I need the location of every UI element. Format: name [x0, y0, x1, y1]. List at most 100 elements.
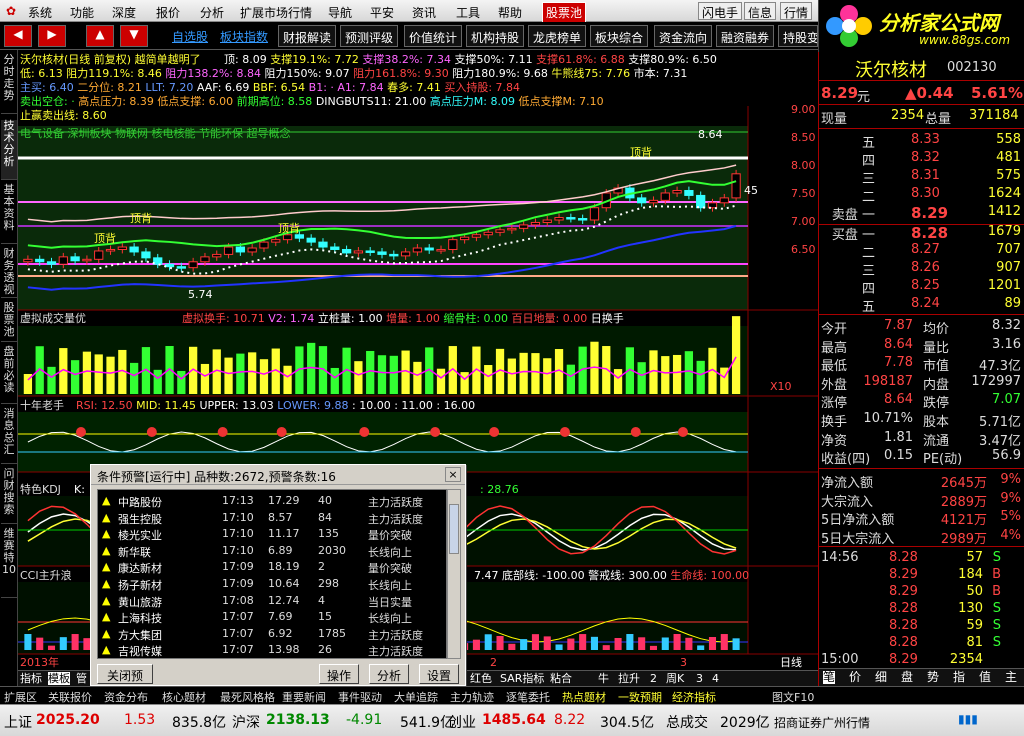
app-icon[interactable]: ✿ — [6, 4, 16, 18]
btab-hot[interactable]: 热点题材 — [562, 689, 606, 705]
tab-template[interactable]: 模板 — [48, 672, 70, 685]
btab-related[interactable]: 关联报价 — [48, 689, 92, 705]
qtab-index[interactable]: 指 — [953, 671, 965, 684]
tb-dragon-tiger[interactable]: 龙虎榜单 — [528, 25, 587, 47]
menu-help[interactable]: 帮助 — [498, 4, 522, 21]
btab-consensus[interactable]: 一致预期 — [618, 689, 662, 705]
menu-function[interactable]: 功能 — [70, 4, 94, 21]
alert-row[interactable]: ▲ 吉视传媒 17:07 13.98 26 主力活跃度 — [98, 641, 448, 658]
tb-fund-flow[interactable]: 资金流向 — [654, 25, 713, 47]
qtab-price[interactable]: 价 — [849, 671, 861, 684]
watchlist-link[interactable]: 自选股 — [168, 25, 213, 47]
close-alert-button[interactable]: 关闭预警 — [97, 664, 153, 700]
btab-economic[interactable]: 经济指标 — [672, 689, 716, 705]
alert-row[interactable]: ▲ 棱光实业 17:10 11.17 135 量价突破 — [98, 525, 448, 542]
btab-f10[interactable]: 图文F10 — [772, 689, 814, 705]
tab-3[interactable]: 3 — [696, 672, 703, 685]
menu-extended-market[interactable]: 扩展市场行情 — [240, 4, 312, 21]
btab-main-track[interactable]: 主力轨迹 — [450, 689, 494, 705]
tab-4[interactable]: 4 — [712, 672, 719, 685]
tab-premarket[interactable]: 盘前必读 — [1, 346, 17, 404]
tb-forecast[interactable]: 预测评级 — [340, 25, 399, 47]
tab-2[interactable]: 2 — [650, 672, 657, 685]
btab-funds[interactable]: 资金分布 — [104, 689, 148, 705]
tab-pool[interactable]: 股票池 — [1, 302, 17, 342]
ask-row: 四 8.32 481 — [819, 150, 1024, 169]
menu-news[interactable]: 资讯 — [412, 4, 436, 21]
tab-pullup[interactable]: 拉升 — [618, 672, 640, 685]
tb-institution[interactable]: 机构持股 — [466, 25, 525, 47]
alert-analyze-button[interactable]: 分析 — [369, 664, 409, 684]
tb-financial[interactable]: 财报解读 — [278, 25, 337, 47]
alert-row[interactable]: ▲ 强生控股 17:10 8.57 84 主力活跃度 — [98, 509, 448, 526]
condition-alert-dialog[interactable]: 条件预警[运行中] 品种数:2672,预警条数:16 × ▲ 中路股份 17:13 1… — [90, 464, 466, 700]
menu-stock-pool[interactable]: 股票池 — [542, 2, 587, 23]
qtab-book[interactable]: 盘 — [901, 671, 913, 684]
btab-core[interactable]: 核心题材 — [162, 689, 206, 705]
nav-up-icon[interactable]: ▲ — [86, 25, 114, 47]
tab-search[interactable]: 问财搜索 — [1, 468, 17, 524]
btab-event[interactable]: 事件驱动 — [338, 689, 382, 705]
tab-finance[interactable]: 财务透视 — [1, 248, 17, 298]
tab-news[interactable]: 消息总汇 — [1, 408, 17, 464]
alert-row[interactable]: ▲ 上海科技 17:07 7.69 15 长线向上 — [98, 608, 448, 625]
tab-indicator[interactable]: 指标 — [20, 672, 42, 685]
tab-wst[interactable]: 维赛特10 — [1, 528, 17, 598]
alert-settings-button[interactable]: 设置 — [419, 664, 459, 684]
menu-system[interactable]: 系统 — [28, 4, 52, 21]
alert-row[interactable]: ▲ 康达新材 17:09 18.19 2 量价突破 — [98, 558, 448, 575]
qtab-value[interactable]: 值 — [979, 671, 991, 684]
tab-manage[interactable]: 管 — [76, 672, 87, 685]
btab-style[interactable]: 最死风格格 — [220, 689, 275, 705]
alert-row[interactable]: ▲ 新华联 17:10 6.89 2030 长线向上 — [98, 542, 448, 559]
lightning-button[interactable]: 闪电手 — [698, 2, 743, 20]
sector-index-link[interactable]: 板块指数 — [216, 25, 273, 47]
tab-basic[interactable]: 基本资料 — [1, 184, 17, 244]
tab-red[interactable]: 红色 — [470, 672, 492, 685]
market-button[interactable]: 行情 — [780, 2, 813, 20]
tab-weekly[interactable]: 周K — [666, 672, 684, 685]
menu-quote[interactable]: 报价 — [156, 4, 180, 21]
stat-value: 0.15 — [884, 448, 913, 464]
alert-operate-button[interactable]: 操作 — [319, 664, 359, 684]
menu-depth[interactable]: 深度 — [112, 4, 136, 21]
alert-title[interactable]: 条件预警[运行中] 品种数:2672,预警条数:16 — [91, 465, 465, 485]
alert-row[interactable]: ▲ 黄山旅游 17:08 12.74 4 当日实量 — [98, 592, 448, 609]
qtab-trend[interactable]: 势 — [927, 671, 939, 684]
alert-scrollbar[interactable] — [447, 489, 461, 659]
menu-tools[interactable]: 工具 — [456, 4, 480, 21]
nav-forward-icon[interactable]: ▶ — [38, 25, 66, 47]
qtab-detail[interactable]: 细 — [875, 671, 887, 684]
nav-back-icon[interactable]: ◀ — [4, 25, 32, 47]
btab-news[interactable]: 重要新闻 — [282, 689, 326, 705]
top-divergence-3: 顶背 — [278, 222, 300, 235]
stat-value2: 3.16 — [992, 336, 1021, 352]
scroll-thumb[interactable] — [449, 504, 459, 554]
alert-row[interactable]: ▲ 扬子新材 17:09 10.64 298 长线向上 — [98, 575, 448, 592]
tb-holdings[interactable]: 持股变 — [778, 25, 818, 47]
menu-analysis[interactable]: 分析 — [200, 4, 224, 21]
tab-technical[interactable]: 技术分析 — [1, 120, 17, 180]
btab-bigorder[interactable]: 大单追踪 — [394, 689, 438, 705]
qtab-ticks[interactable]: 笔 — [823, 671, 836, 684]
btab-tick-order[interactable]: 逐笔委托 — [506, 689, 550, 705]
alert-list[interactable]: ▲ 中路股份 17:13 17.29 40 主力活跃度 ▲ 强生控股 17:10 8.57 84 主力… — [97, 489, 447, 659]
ytick-800: 8.00 — [791, 159, 816, 172]
tb-value-stats[interactable]: 价值统计 — [404, 25, 463, 47]
nav-down-icon[interactable]: ▼ — [120, 25, 148, 47]
tb-sector-overall[interactable]: 板块综合 — [590, 25, 649, 47]
alert-row[interactable]: ▲ 中路股份 17:13 17.29 40 主力活跃度 — [98, 492, 448, 509]
ind-median: 二分位: 8.21 — [77, 81, 142, 94]
tab-sar[interactable]: SAR指标 — [500, 672, 544, 685]
menu-navigate[interactable]: 导航 — [328, 4, 352, 21]
info-button[interactable]: 信息 — [744, 2, 777, 20]
tab-stick[interactable]: 粘合 — [550, 672, 572, 685]
menu-pingan[interactable]: 平安 — [370, 4, 394, 21]
tab-bull[interactable]: 牛 — [598, 672, 609, 685]
qtab-main[interactable]: 主 — [1005, 671, 1017, 684]
close-icon[interactable]: × — [445, 467, 461, 482]
tb-margin[interactable]: 融资融券 — [716, 25, 775, 47]
tab-intraday[interactable]: 分时走势 — [1, 54, 17, 114]
btab-ext[interactable]: 扩展区 — [4, 689, 37, 705]
alert-row[interactable]: ▲ 方大集团 17:07 6.92 1785 主力活跃度 — [98, 625, 448, 642]
